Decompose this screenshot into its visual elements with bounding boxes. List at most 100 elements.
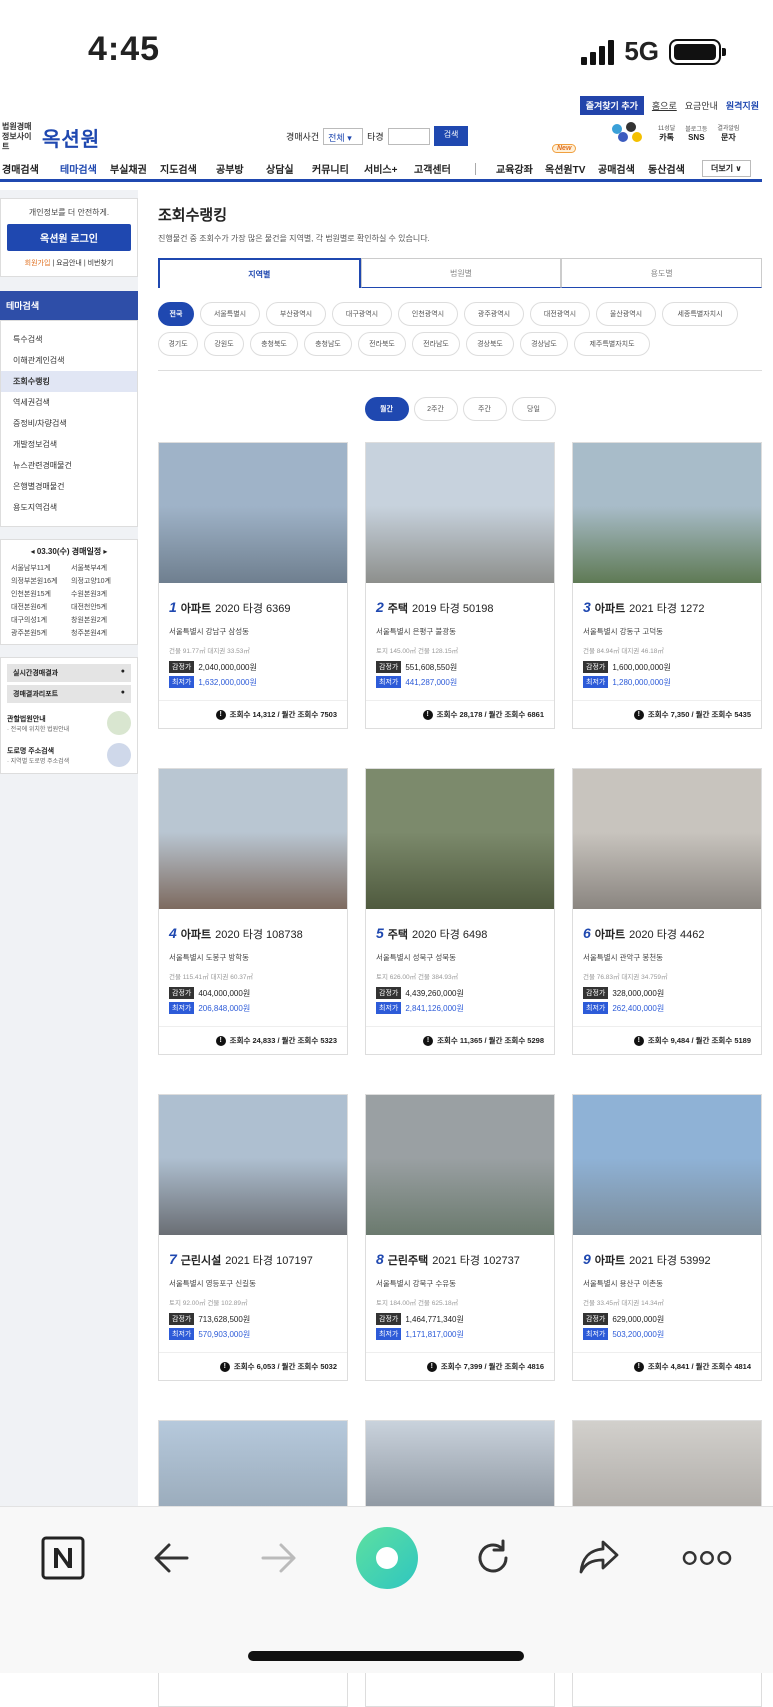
schedule-item[interactable]: 서울북부4계 xyxy=(71,563,131,573)
card-title[interactable]: 6 아파트 2020 타경 4462 xyxy=(583,925,751,942)
schedule-item[interactable]: 광주본원5계 xyxy=(11,628,71,638)
period-weekly[interactable]: 주간 xyxy=(462,397,507,421)
region-chip[interactable]: 세종특별자치시 xyxy=(662,302,738,326)
region-chip[interactable]: 전라북도 xyxy=(358,332,406,356)
naver-home-icon[interactable] xyxy=(38,1533,88,1583)
nav-auction-search[interactable]: 경매검색 xyxy=(2,161,39,176)
add-favorite-button[interactable]: 즐겨찾기 추가 xyxy=(579,96,644,115)
sns-link[interactable]: 블로그등 SNS xyxy=(685,124,707,142)
ranking-card[interactable]: 5 주택 2020 타경 6498 서울특별시 성북구 성북동 토지 626.00㎡ 건… xyxy=(365,768,555,1055)
card-title[interactable]: 3 아파트 2021 타경 1272 xyxy=(583,599,751,616)
property-photo[interactable] xyxy=(573,1095,761,1235)
schedule-item[interactable]: 수원본원3계 xyxy=(71,589,131,599)
signup-link[interactable]: 회원가입 xyxy=(25,260,51,267)
schedule-item[interactable]: 대전천안5계 xyxy=(71,602,131,612)
region-chip[interactable]: 충청북도 xyxy=(250,332,298,356)
ranking-card[interactable]: 6 아파트 2020 타경 4462 서울특별시 관악구 봉천동 건물 76.83㎡ 대… xyxy=(572,768,762,1055)
more-icon[interactable] xyxy=(682,1533,732,1583)
card-title[interactable]: 8 근린주택 2021 타경 102737 xyxy=(376,1251,544,1268)
region-chip[interactable]: 경상북도 xyxy=(466,332,514,356)
nav-npl[interactable]: 부실채권 xyxy=(110,161,147,176)
remote-support-link[interactable]: 원격지원 xyxy=(726,99,759,112)
card-title[interactable]: 9 아파트 2021 타경 53992 xyxy=(583,1251,751,1268)
card-title[interactable]: 4 아파트 2020 타경 108738 xyxy=(169,925,337,942)
region-chip-all[interactable]: 전국 xyxy=(158,302,194,326)
court-select[interactable]: 전체 ▾ xyxy=(323,127,364,145)
sidebar-item-news-items[interactable]: 뉴스관련경매물건 xyxy=(1,455,137,476)
green-dot-icon[interactable] xyxy=(354,1525,420,1591)
property-photo[interactable] xyxy=(159,769,347,909)
site-logo[interactable]: 법원경매 정보사이트 옥션원 xyxy=(2,122,100,152)
region-chip[interactable]: 경기도 xyxy=(158,332,198,356)
property-photo[interactable] xyxy=(366,769,554,909)
region-chip[interactable]: 충청남도 xyxy=(304,332,352,356)
region-chip[interactable]: 대구광역시 xyxy=(332,302,392,326)
case-search-button[interactable]: 검색 xyxy=(433,126,469,146)
tab-by-court[interactable]: 법원별 xyxy=(360,258,562,288)
court-guide-link[interactable]: 관할법원안내 · 전국에 위치한 법원안내 xyxy=(7,711,131,735)
property-photo[interactable] xyxy=(573,769,761,909)
sidebar-item-special-search[interactable]: 특수검색 xyxy=(1,329,137,350)
nav-public-sale[interactable]: 공매검색 xyxy=(598,161,635,176)
nav-consult[interactable]: 상담실 xyxy=(266,161,294,176)
home-link[interactable]: 홈으로 xyxy=(652,99,677,112)
nav-movable-search[interactable]: 동산검색 xyxy=(648,161,685,176)
nav-community[interactable]: 커뮤니티 xyxy=(312,161,349,176)
region-chip[interactable]: 전라남도 xyxy=(412,332,460,356)
nav-more-button[interactable]: 더보기 ∨ xyxy=(702,160,751,177)
ranking-card[interactable]: 8 근린주택 2021 타경 102737 서울특별시 강북구 수유동 토지 184.0… xyxy=(365,1094,555,1381)
ranking-card[interactable]: 1 아파트 2020 타경 6369 서울특별시 강남구 삼성동 건물 91.77㎡ 대… xyxy=(158,442,348,729)
nav-map-search[interactable]: 지도검색 xyxy=(160,161,197,176)
sidebar-item-stakeholder-search[interactable]: 이해관계인검색 xyxy=(1,350,137,371)
card-title[interactable]: 2 주택 2019 타경 50198 xyxy=(376,599,544,616)
region-chip[interactable]: 울산광역시 xyxy=(596,302,656,326)
schedule-item[interactable]: 서울남부11계 xyxy=(11,563,71,573)
property-photo[interactable] xyxy=(366,443,554,583)
card-title[interactable]: 7 근린시설 2021 타경 107197 xyxy=(169,1251,337,1268)
forward-icon[interactable] xyxy=(254,1533,304,1583)
schedule-item[interactable]: 청주본원4계 xyxy=(71,628,131,638)
region-chip[interactable]: 경상남도 xyxy=(520,332,568,356)
case-number-input[interactable] xyxy=(387,127,430,145)
social-logos-icon[interactable] xyxy=(612,122,648,144)
property-photo[interactable] xyxy=(159,443,347,583)
region-chip[interactable]: 인천광역시 xyxy=(398,302,458,326)
nav-customer-center[interactable]: 고객센터 xyxy=(414,161,451,176)
sidebar-item-view-ranking[interactable]: 조회수랭킹 xyxy=(1,371,137,392)
sidebar-item-dev-info[interactable]: 개발정보검색 xyxy=(1,434,137,455)
property-photo[interactable] xyxy=(159,1095,347,1235)
share-icon[interactable] xyxy=(574,1533,624,1583)
sidebar-item-zoning-search[interactable]: 용도지역검색 xyxy=(1,497,137,518)
schedule-item[interactable]: 대구의성1계 xyxy=(11,615,71,625)
reload-icon[interactable] xyxy=(468,1533,518,1583)
nav-tv[interactable]: 옥션원TV xyxy=(545,161,585,176)
nav-study[interactable]: 공부방 xyxy=(216,161,244,176)
card-title[interactable]: 5 주택 2020 타경 6498 xyxy=(376,925,544,942)
schedule-item[interactable]: 의정부본원16계 xyxy=(11,576,71,586)
period-monthly[interactable]: 월간 xyxy=(364,397,409,421)
tab-by-use[interactable]: 용도별 xyxy=(561,258,763,288)
nav-theme-search[interactable]: 테마검색 xyxy=(60,161,97,176)
period-two-weeks[interactable]: 2주간 xyxy=(413,397,458,421)
pricing-side-link[interactable]: 요금안내 xyxy=(56,260,82,267)
sidebar-item-station-search[interactable]: 역세권검색 xyxy=(1,392,137,413)
sms-link[interactable]: 결과알림 문자 xyxy=(717,123,739,143)
region-chip[interactable]: 서울특별시 xyxy=(200,302,260,326)
nav-service-plus[interactable]: 서비스+ xyxy=(364,161,397,176)
card-title[interactable]: 1 아파트 2020 타경 6369 xyxy=(169,599,337,616)
period-daily[interactable]: 당일 xyxy=(511,397,556,421)
sidebar-item-vehicle-search[interactable]: 증정비/차량검색 xyxy=(1,413,137,434)
region-chip[interactable]: 광주광역시 xyxy=(464,302,524,326)
nav-education[interactable]: 교육강좌 xyxy=(496,161,533,176)
results-report-button[interactable]: 경매결과리포트 ● xyxy=(7,685,131,703)
ranking-card[interactable]: 2 주택 2019 타경 50198 서울특별시 은평구 불광동 토지 145.00㎡ … xyxy=(365,442,555,729)
find-password-link[interactable]: 비번찾기 xyxy=(88,260,114,267)
region-chip[interactable]: 부산광역시 xyxy=(266,302,326,326)
schedule-item[interactable]: 의정고양10계 xyxy=(71,576,131,586)
ranking-card[interactable]: 7 근린시설 2021 타경 107197 서울특별시 영등포구 신길동 토지 92.0… xyxy=(158,1094,348,1381)
region-chip[interactable]: 대전광역시 xyxy=(530,302,590,326)
login-button[interactable]: 옥션원 로그인 xyxy=(7,224,131,251)
ranking-card[interactable]: 3 아파트 2021 타경 1272 서울특별시 강동구 고덕동 건물 84.94㎡ 대… xyxy=(572,442,762,729)
tab-by-region[interactable]: 지역별 xyxy=(158,258,361,288)
ranking-card[interactable]: 4 아파트 2020 타경 108738 서울특별시 도봉구 방학동 건물 115.41… xyxy=(158,768,348,1055)
